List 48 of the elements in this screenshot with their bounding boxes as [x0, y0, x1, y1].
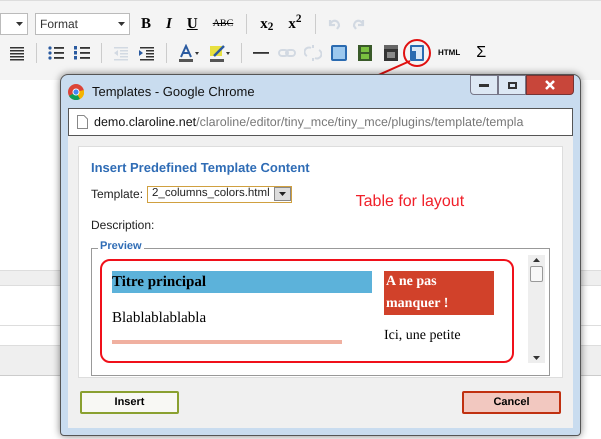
select-field[interactable]: [0, 13, 28, 35]
description-label: Description:: [91, 217, 156, 234]
image-icon[interactable]: [330, 44, 348, 62]
dropdown-arrow-icon: [278, 192, 286, 196]
scroll-down-icon: [533, 356, 540, 360]
indent-icon[interactable]: [138, 44, 156, 62]
justify-icon[interactable]: [8, 44, 26, 62]
preview-aside-body: Ici, une petite: [384, 327, 462, 345]
numbered-list-icon[interactable]: [73, 44, 91, 62]
preview-aside-title: A ne pas manquer !: [384, 271, 494, 315]
scroll-up-icon: [533, 258, 540, 262]
url-text: demo.claroline.net/claroline/editor/tiny_mce/tiny_mce/plugins/template/templa: [94, 114, 524, 131]
template-label: Template:: [91, 186, 144, 203]
template-select[interactable]: 2_columns_colors.html: [147, 186, 292, 202]
toolbar-button[interactable]: ABC: [208, 19, 238, 29]
toolbar-button[interactable]: HTML: [434, 49, 464, 57]
dropdown-arrow-icon: [118, 22, 125, 26]
scrollbar-thumb[interactable]: [530, 266, 543, 282]
highlight-color-icon[interactable]: [208, 44, 231, 62]
preview-body: Blablablablabla: [112, 309, 208, 328]
cancel-button[interactable]: Cancel: [462, 391, 561, 414]
browser-logo-icon: [68, 84, 84, 100]
bulleted-list-icon[interactable]: [47, 44, 65, 62]
toolbar-button[interactable]: B: [137, 16, 156, 32]
toolbar-button[interactable]: Σ: [472, 45, 490, 61]
dialog-heading: Insert Predefined Template Content: [91, 161, 311, 174]
film-strip-icon[interactable]: [356, 44, 374, 62]
template-icon[interactable]: [408, 44, 426, 62]
scrollbar[interactable]: [528, 255, 545, 363]
toolbar-button[interactable]: I: [162, 16, 176, 32]
preview-title: Titre principal: [112, 271, 372, 293]
page-icon: [77, 115, 88, 129]
toolbar-button[interactable]: x$^{2}$: [284, 16, 306, 32]
annotation-text: Table for layout: [356, 194, 464, 210]
format-select[interactable]: Format: [35, 13, 130, 35]
close-button[interactable]: [526, 75, 574, 95]
minimize-button[interactable]: [470, 75, 498, 95]
maximize-button[interactable]: [498, 75, 526, 95]
close-icon: [545, 80, 555, 90]
dropdown-arrow-icon: [16, 22, 23, 26]
clapperboard-icon[interactable]: [382, 44, 400, 62]
preview-legend: Preview: [98, 241, 144, 252]
insert-button[interactable]: Insert: [80, 391, 179, 414]
toolbar-button[interactable]: U: [182, 16, 202, 32]
window-title: Templates - Google Chrome: [92, 82, 256, 101]
toolbar-button[interactable]: x$_{2}$: [256, 16, 278, 32]
text-color-icon[interactable]: [177, 44, 200, 62]
address-bar[interactable]: demo.claroline.net/claroline/editor/tiny_mce/tiny_mce/plugins/template/templa: [68, 108, 573, 136]
